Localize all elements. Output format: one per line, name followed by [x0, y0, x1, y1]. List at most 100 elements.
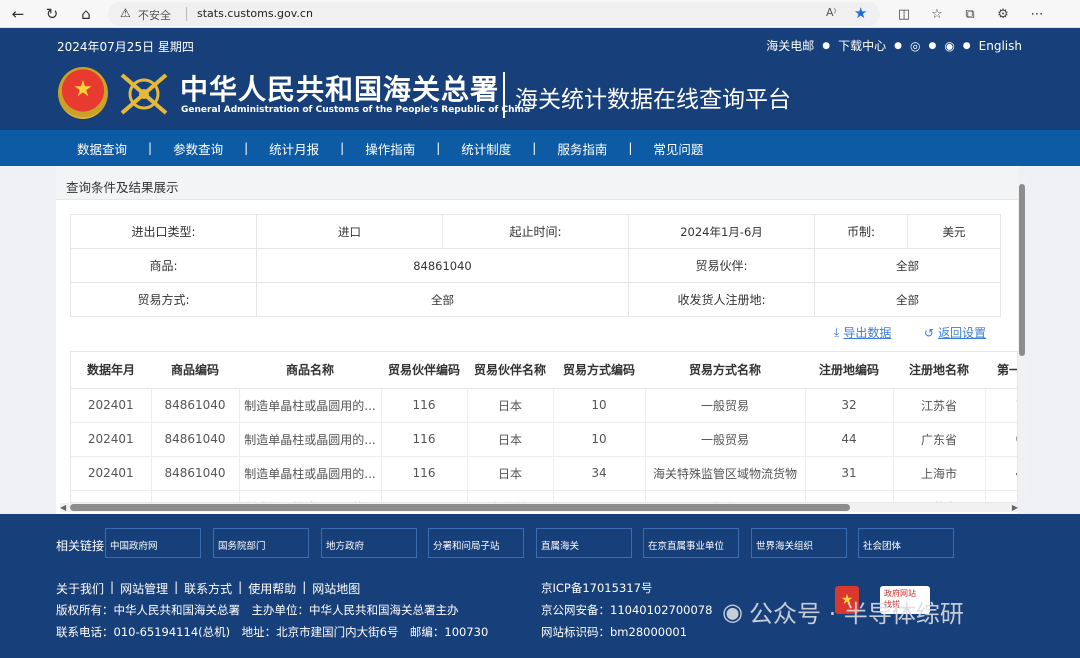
related-links-label: 相关链接 — [56, 539, 105, 553]
nav-stat-system[interactable]: 统计制度 — [440, 139, 532, 158]
table-row[interactable]: 202401 84861040 制造单晶柱或晶圆用的... 116 日本 34 … — [71, 456, 1017, 491]
download-center-link[interactable]: 下载中心 — [838, 37, 886, 54]
nav-param-query[interactable]: 参数查询 — [152, 139, 244, 158]
vertical-scroll-thumb[interactable] — [1019, 184, 1025, 356]
scroll-right-arrow-icon[interactable]: ▶ — [1012, 503, 1018, 512]
col-mode-name[interactable]: 贸易方式名称 — [645, 352, 805, 389]
panel-title-bar — [56, 166, 1018, 200]
address-bar[interactable]: ⚠ 不安全 stats.customs.gov.cn A⁾ ★ — [108, 2, 880, 26]
col-partner-code[interactable]: 贸易伙伴编码 — [381, 352, 467, 389]
cell-region-name: 江苏省 — [893, 388, 986, 423]
dot-separator: ● — [894, 40, 902, 51]
cell-first-qty: 6 — [985, 422, 1017, 457]
dot-separator: ● — [928, 40, 937, 51]
col-goods-code[interactable]: 商品编码 — [151, 352, 239, 389]
url-text[interactable]: stats.customs.gov.cn — [197, 7, 313, 20]
wechat-icon[interactable]: ◉ — [944, 39, 954, 53]
split-screen-icon[interactable]: ◫ — [895, 5, 913, 23]
cell-partner-code: 116 — [381, 422, 468, 457]
trade-type-value: 进口 — [256, 214, 443, 249]
col-region-name[interactable]: 注册地名称 — [893, 352, 985, 389]
cell-region-name: 江苏省 — [893, 490, 986, 502]
export-data-button[interactable]: ⤓ 导出数据 — [834, 324, 891, 341]
cell-goods-name: 制造单晶柱或晶圆用的... — [239, 388, 382, 423]
cell-mode-code: 10 — [553, 422, 646, 457]
copyright-text: 版权所有：中华人民共和国海关总署 主办单位：中华人民共和国海关总署主办 — [56, 603, 459, 617]
about-link[interactable]: 关于我们 — [56, 580, 104, 597]
col-partner-name[interactable]: 贸易伙伴名称 — [467, 352, 553, 389]
download-icon: ⤓ — [834, 325, 840, 339]
nav-operation-guide[interactable]: 操作指南 — [344, 139, 436, 158]
english-link[interactable]: English — [979, 39, 1022, 53]
vertical-scrollbar[interactable] — [1018, 174, 1026, 500]
extension-icon[interactable]: ⚙ — [994, 5, 1012, 23]
favorites-icon[interactable]: ☆ — [928, 5, 946, 23]
icp-text[interactable]: 京ICP备17015317号 — [541, 580, 652, 596]
agency-title-en: General Administration of Customs of the… — [181, 105, 531, 115]
table-row[interactable]: 202401 84861040 制造单晶柱或晶圆用的... 116 日本 10 … — [71, 388, 1017, 423]
related-link-wco[interactable]: 世界海关组织 — [751, 528, 847, 558]
related-link-local-gov[interactable]: 地方政府 — [321, 528, 417, 558]
cell-partner-code: 116 — [381, 388, 468, 423]
cell-partner-name: 日本 — [467, 456, 554, 491]
col-goods-name[interactable]: 商品名称 — [239, 352, 381, 389]
footer-links: 关于我们 | 网站管理 | 联系方式 | 使用帮助 | 网站地图 — [56, 580, 360, 597]
agency-title-cn: 中华人民共和国海关总署 — [180, 73, 500, 106]
cell-mode-name: 一般贸易 — [645, 490, 806, 502]
period-value: 2024年1月-6月 — [628, 214, 815, 249]
reload-icon[interactable]: ↻ — [42, 4, 62, 24]
contact-text: 联系电话：010-65194114(总机) 地址：北京市建国门内大街6号 邮编：… — [56, 625, 489, 639]
related-link-customs[interactable]: 直属海关 — [536, 528, 632, 558]
warning-icon: ⚠ — [120, 6, 131, 20]
cell-month: 202401 — [71, 422, 152, 457]
scroll-left-arrow-icon[interactable]: ◀ — [60, 503, 66, 512]
collections-icon[interactable]: ⧉ — [961, 5, 979, 23]
current-date: 2024年07月25日 星期四 — [57, 40, 194, 54]
site-admin-link[interactable]: 网站管理 — [120, 580, 168, 597]
cell-region-name: 上海市 — [893, 456, 986, 491]
back-settings-label: 返回设置 — [938, 326, 987, 340]
main-nav: 数据查询 | 参数查询 | 统计月报 | 操作指南 | 统计制度 | 服务指南 … — [0, 130, 1080, 166]
cell-goods-code: 84861040 — [151, 422, 240, 457]
insecure-label: 不安全 — [138, 9, 171, 22]
cell-month: 202401 — [71, 456, 152, 491]
result-table-wrap[interactable]: 数据年月 商品编码 商品名称 贸易伙伴编码 贸易伙伴名称 贸易方式编码 贸易方式… — [70, 351, 1018, 503]
sitemap-link[interactable]: 网站地图 — [312, 580, 360, 597]
related-link-state-council[interactable]: 国务院部门 — [213, 528, 309, 558]
cell-goods-name: 制造单晶柱或晶圆用的... — [239, 490, 382, 502]
read-aloud-icon[interactable]: A⁾ — [826, 6, 836, 19]
help-link[interactable]: 使用帮助 — [248, 580, 296, 597]
favorite-star-icon[interactable]: ★ — [854, 4, 867, 22]
back-arrow-icon[interactable]: ← — [8, 4, 28, 24]
footer-separator: | — [174, 580, 179, 594]
more-menu-icon[interactable]: ⋯ — [1028, 5, 1046, 23]
table-row[interactable]: 202401 84861040 制造单晶柱或晶圆用的... 132 新加坡 10… — [71, 490, 1017, 502]
footer-separator: | — [238, 580, 243, 594]
back-settings-button[interactable]: ↺ 返回设置 — [924, 324, 986, 341]
email-link[interactable]: 海关电邮 — [766, 37, 814, 54]
nav-data-query[interactable]: 数据查询 — [56, 139, 148, 158]
horizontal-scroll-thumb[interactable] — [70, 504, 850, 511]
col-month[interactable]: 数据年月 — [71, 352, 151, 389]
cell-goods-name: 制造单晶柱或晶圆用的... — [239, 422, 382, 457]
nav-monthly-report[interactable]: 统计月报 — [248, 139, 340, 158]
nav-faq[interactable]: 常见问题 — [632, 139, 724, 158]
col-region-code[interactable]: 注册地编码 — [805, 352, 893, 389]
related-link-branch[interactable]: 分署和问局子站 — [428, 528, 524, 558]
related-link-associations[interactable]: 社会团体 — [858, 528, 954, 558]
weibo-icon[interactable]: ◎ — [910, 39, 920, 53]
home-icon[interactable]: ⌂ — [76, 4, 96, 24]
related-link-institutions[interactable]: 在京直属事业单位 — [643, 528, 739, 558]
col-mode-code[interactable]: 贸易方式编码 — [553, 352, 645, 389]
col-first-qty[interactable]: 第一数 — [985, 352, 1017, 389]
horizontal-scrollbar[interactable]: ◀ ▶ — [60, 503, 1018, 512]
footer-separator: | — [110, 580, 115, 594]
cell-mode-code: 10 — [553, 388, 646, 423]
cell-month: 202401 — [71, 388, 152, 423]
contact-link[interactable]: 联系方式 — [184, 580, 232, 597]
table-row[interactable]: 202401 84861040 制造单晶柱或晶圆用的... 116 日本 10 … — [71, 422, 1017, 457]
police-record-text[interactable]: 京公网安备：11040102700078 — [541, 602, 712, 618]
related-link-gov[interactable]: 中国政府网 — [105, 528, 201, 558]
trade-mode-label: 贸易方式: — [70, 282, 257, 317]
nav-service-guide[interactable]: 服务指南 — [536, 139, 628, 158]
